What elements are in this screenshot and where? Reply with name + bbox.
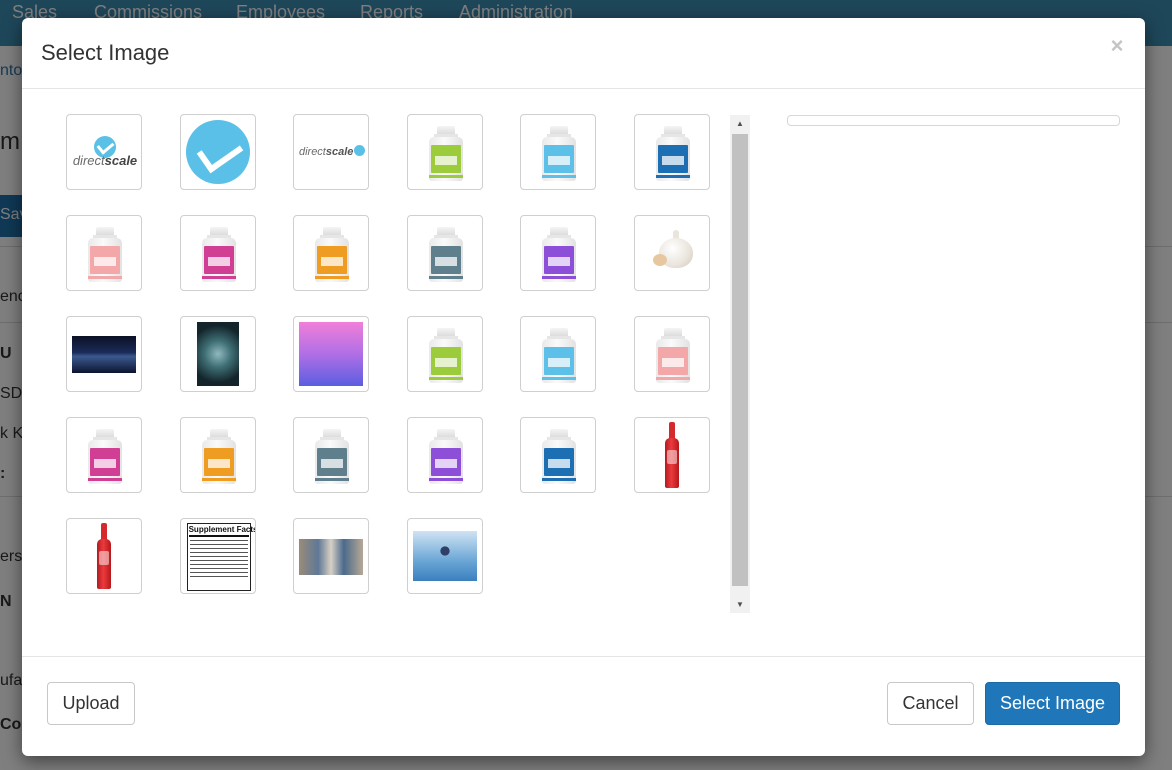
facts-line: [189, 564, 248, 565]
supplement-bottle-image: [428, 328, 463, 384]
image-grid: directscale directscale Supplement Facts: [66, 114, 726, 594]
logo-text: directscale: [67, 153, 141, 168]
supplement-facts-image: Supplement Facts: [186, 523, 256, 591]
supplement-bottle-image: [428, 126, 463, 182]
image-thumbnail[interactable]: [66, 518, 142, 594]
image-thumbnail[interactable]: [293, 417, 370, 493]
logo-text-light: direct: [72, 153, 105, 168]
image-preview-panel: [787, 115, 1120, 126]
cancel-button[interactable]: Cancel: [887, 682, 974, 725]
supplement-bottle-image: [315, 429, 350, 485]
image-thumbnail[interactable]: [633, 114, 710, 190]
facts-line: [189, 540, 248, 541]
image-thumbnail[interactable]: [633, 316, 710, 392]
scroll-up-icon[interactable]: ▲: [730, 115, 750, 132]
scroll-down-icon[interactable]: ▼: [730, 596, 750, 613]
facts-rule: [188, 535, 249, 537]
supplement-bottle-image: [542, 227, 577, 283]
image-thumbnail[interactable]: [406, 518, 483, 594]
image-thumbnail[interactable]: [406, 215, 483, 291]
space-banner-image: [72, 336, 136, 373]
directscale-mark-image: [185, 120, 250, 184]
modal-title: Select Image: [41, 40, 170, 65]
scroll-thumb[interactable]: [732, 134, 748, 586]
supplement-bottle-image: [428, 227, 463, 283]
supplement-bottle-image: [655, 328, 690, 384]
upload-button[interactable]: Upload: [47, 682, 135, 725]
facts-line: [189, 560, 248, 561]
image-thumbnail[interactable]: directscale: [293, 114, 370, 190]
modal-footer: Upload Cancel Select Image: [22, 658, 1145, 756]
image-grid-scrollbar[interactable]: ▲ ▼: [730, 115, 750, 613]
supplement-bottle-image: [201, 429, 236, 485]
gradient-image: [299, 322, 364, 386]
select-image-modal: Select Image × directscale directscale Sup…: [22, 18, 1145, 756]
logo-text-bold: scale: [104, 153, 138, 168]
celebration-photo-image: [412, 531, 477, 581]
modal-header: Select Image ×: [22, 18, 1145, 89]
modal-body: directscale directscale Supplement Facts ▲…: [22, 89, 1145, 657]
supplement-bottle-image: [88, 429, 122, 485]
image-thumbnail[interactable]: [66, 417, 142, 493]
image-thumbnail[interactable]: [179, 417, 256, 493]
image-thumbnail[interactable]: [293, 518, 370, 594]
red-bottle-image: [97, 523, 111, 589]
logo-text-light: direct: [298, 146, 326, 158]
facts-line: [189, 556, 248, 557]
image-thumbnail[interactable]: [406, 316, 483, 392]
select-image-button[interactable]: Select Image: [985, 682, 1120, 725]
logo-text-bold: scale: [325, 146, 354, 158]
supplement-bottle-image: [542, 328, 577, 384]
garlic-image: [652, 230, 695, 270]
image-thumbnail[interactable]: Supplement Facts: [179, 518, 256, 594]
image-thumbnail[interactable]: [520, 316, 597, 392]
supplement-bottle-image: [542, 126, 577, 182]
supplement-facts-title: Supplement Facts: [188, 525, 256, 534]
red-bottle-image: [664, 422, 679, 488]
supplement-bottle-image: [315, 227, 350, 283]
supplement-bottle-image: [88, 227, 122, 283]
supplement-bottle-image: [655, 126, 690, 182]
image-thumbnail[interactable]: [520, 215, 597, 291]
people-photo-image: [299, 539, 364, 575]
image-thumbnail[interactable]: directscale: [66, 114, 142, 190]
close-icon[interactable]: ×: [1107, 34, 1127, 58]
image-thumbnail[interactable]: [406, 417, 483, 493]
image-thumbnail[interactable]: [633, 215, 710, 291]
image-thumbnail[interactable]: [179, 316, 256, 392]
image-thumbnail[interactable]: [66, 316, 142, 392]
image-thumbnail[interactable]: [293, 215, 370, 291]
facts-line: [189, 548, 248, 549]
facts-line: [189, 576, 248, 577]
image-thumbnail[interactable]: [66, 215, 142, 291]
image-thumbnail[interactable]: [406, 114, 483, 190]
facts-line: [189, 544, 248, 545]
image-thumbnail[interactable]: [633, 417, 710, 493]
directscale-small-logo-image: directscale: [294, 145, 368, 158]
facts-line: [189, 568, 248, 569]
directscale-mark-icon: [354, 145, 366, 156]
image-thumbnail[interactable]: [179, 215, 256, 291]
supplement-bottle-image: [542, 429, 577, 485]
space-vertical-image: [196, 322, 239, 386]
image-thumbnail[interactable]: [520, 417, 597, 493]
facts-line: [189, 572, 248, 573]
image-thumbnail[interactable]: [293, 316, 370, 392]
facts-line: [189, 552, 248, 553]
supplement-bottle-image: [428, 429, 463, 485]
image-thumbnail[interactable]: [179, 114, 256, 190]
directscale-logo-image: directscale: [67, 115, 141, 189]
image-thumbnail[interactable]: [520, 114, 597, 190]
supplement-bottle-image: [201, 227, 236, 283]
